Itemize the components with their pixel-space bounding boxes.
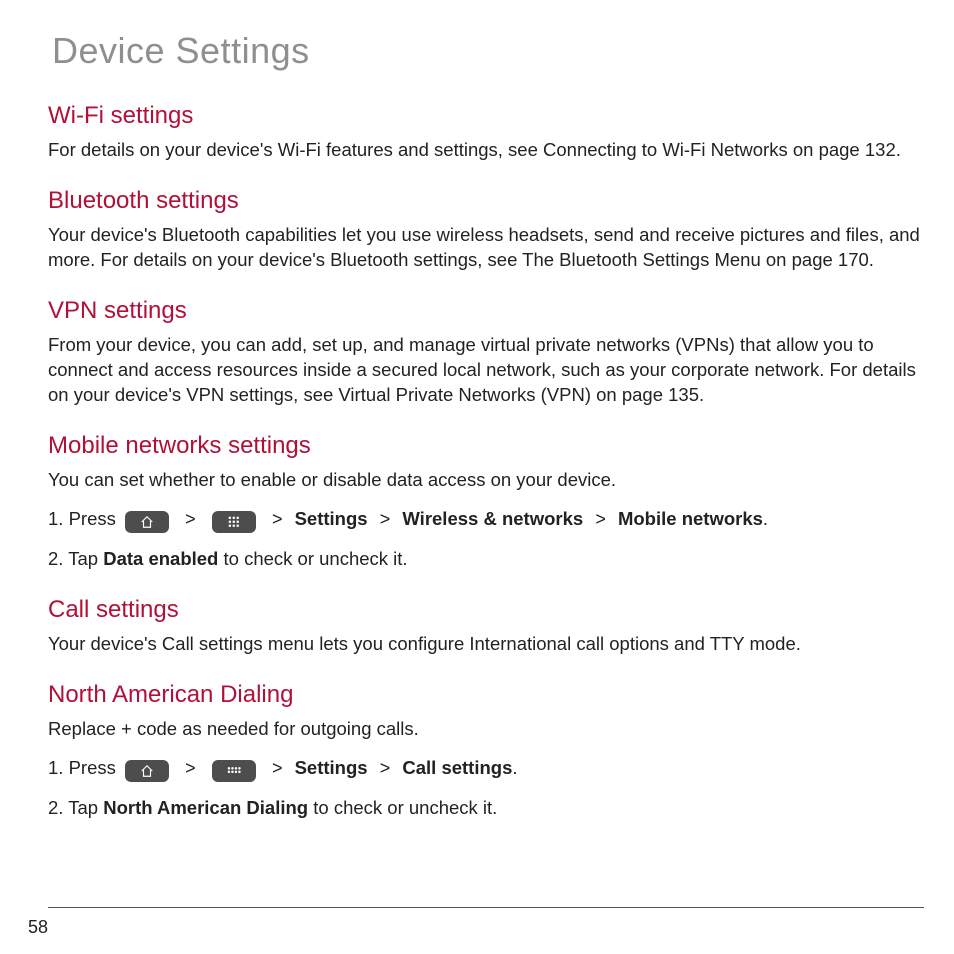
step-prefix: 1. Press (48, 757, 121, 778)
breadcrumb-call-settings: Call settings (402, 757, 512, 778)
step-suffix: to check or uncheck it. (218, 548, 407, 569)
chevron-separator: > (595, 509, 606, 529)
body-wifi: For details on your device's Wi-Fi featu… (48, 138, 924, 163)
step-bold-data-enabled: Data enabled (103, 548, 218, 569)
heading-vpn: VPN settings (48, 297, 924, 325)
chevron-separator: > (380, 509, 391, 529)
heading-north-american-dialing: North American Dialing (48, 681, 924, 709)
body-vpn: From your device, you can add, set up, a… (48, 333, 924, 408)
chevron-separator: > (272, 758, 283, 778)
section-wifi: Wi-Fi settings For details on your devic… (48, 102, 924, 163)
heading-mobile-networks: Mobile networks settings (48, 432, 924, 460)
section-mobile-networks: Mobile networks settings You can set whe… (48, 432, 924, 572)
breadcrumb-settings: Settings (295, 757, 368, 778)
chevron-separator: > (380, 758, 391, 778)
chevron-separator: > (185, 758, 196, 778)
chevron-separator: > (185, 509, 196, 529)
step-mobile-2: 2. Tap Data enabled to check or uncheck … (48, 547, 924, 572)
section-vpn: VPN settings From your device, you can a… (48, 297, 924, 408)
heading-bluetooth: Bluetooth settings (48, 187, 924, 215)
section-call-settings: Call settings Your device's Call setting… (48, 596, 924, 657)
page-number: 58 (28, 917, 48, 938)
footer-rule (48, 907, 924, 908)
period: . (763, 508, 768, 529)
step-bold-nad: North American Dialing (103, 797, 308, 818)
body-mobile-networks: You can set whether to enable or disable… (48, 468, 924, 493)
step-mobile-1: 1. Press > > Settings > Wireless & netwo… (48, 507, 924, 533)
home-key-icon (125, 760, 169, 782)
step-prefix: 1. Press (48, 508, 121, 529)
body-bluetooth: Your device's Bluetooth capabilities let… (48, 223, 924, 273)
home-key-icon (125, 511, 169, 533)
heading-call-settings: Call settings (48, 596, 924, 624)
step-nad-2: 2. Tap North American Dialing to check o… (48, 796, 924, 821)
step-prefix: 2. Tap (48, 548, 103, 569)
body-north-american-dialing: Replace + code as needed for outgoing ca… (48, 717, 924, 742)
apps-grid-icon (212, 511, 256, 533)
page-title: Device Settings (52, 30, 924, 72)
chevron-separator: > (272, 509, 283, 529)
step-prefix: 2. Tap (48, 797, 103, 818)
body-call-settings: Your device's Call settings menu lets yo… (48, 632, 924, 657)
page-container: Device Settings Wi-Fi settings For detai… (0, 0, 954, 954)
breadcrumb-settings: Settings (295, 508, 368, 529)
heading-wifi: Wi-Fi settings (48, 102, 924, 130)
dialer-key-icon (212, 760, 256, 782)
section-north-american-dialing: North American Dialing Replace + code as… (48, 681, 924, 821)
section-bluetooth: Bluetooth settings Your device's Bluetoo… (48, 187, 924, 273)
period: . (512, 757, 517, 778)
breadcrumb-mobile-networks: Mobile networks (618, 508, 763, 529)
breadcrumb-wireless-networks: Wireless & networks (402, 508, 583, 529)
step-suffix: to check or uncheck it. (308, 797, 497, 818)
step-nad-1: 1. Press > > Settings > Call settings. (48, 756, 924, 782)
